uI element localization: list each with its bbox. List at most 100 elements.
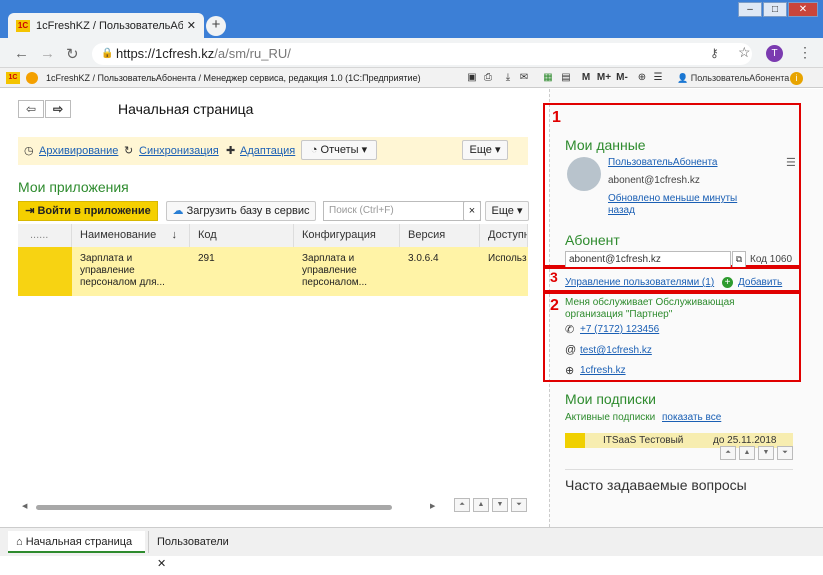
minimize-button[interactable]: – xyxy=(738,2,762,17)
url-field[interactable]: 🔒 https://1cfresh.kz/a/sm/ru_RU/ xyxy=(92,43,752,65)
cell-name[interactable]: Зарплата и управление персоналом для... xyxy=(72,247,190,296)
apps-section-title: Мои приложения xyxy=(18,179,129,195)
add-user-link[interactable]: Добавить xyxy=(738,277,782,288)
horizontal-scrollbar[interactable] xyxy=(36,505,392,510)
enter-icon: ⇥ xyxy=(25,205,35,217)
profile-avatar[interactable]: T xyxy=(766,45,783,62)
next-page-button[interactable]: ▼ xyxy=(492,498,508,512)
login-app-button[interactable]: ⇥ Войти в приложение xyxy=(18,201,158,221)
subs-prev-button[interactable]: ▲ xyxy=(739,446,755,460)
print-icon[interactable]: ⎙ xyxy=(482,71,494,84)
manage-users-link[interactable]: Управление пользователями (1) xyxy=(565,277,714,288)
search-input[interactable]: Поиск (Ctrl+F) xyxy=(323,201,481,221)
col-access[interactable]: Доступн xyxy=(480,224,528,247)
phone-link[interactable]: +7 (7172) 123456 xyxy=(580,324,659,335)
memory-m-button[interactable]: M xyxy=(580,71,592,84)
col-config[interactable]: Конфигурация xyxy=(294,224,400,247)
reports-label: Отчеты xyxy=(320,144,359,156)
memory-mminus-button[interactable]: M- xyxy=(614,71,630,84)
clear-search-button[interactable]: × xyxy=(463,201,481,221)
history-icon[interactable]: ☰ xyxy=(652,71,664,84)
page-title: Начальная страница xyxy=(118,101,254,117)
download-icon[interactable]: ⤓ xyxy=(502,71,514,84)
memory-mplus-button[interactable]: M+ xyxy=(596,71,612,84)
bookmark-star-icon[interactable]: ☆ xyxy=(738,44,751,61)
subscriber-email-field[interactable]: abonent@1cfresh.kz xyxy=(565,251,731,268)
current-user-label[interactable]: 👤 ПользовательАбонента xyxy=(677,73,789,84)
tab-title: 1cFreshKZ / ПользовательАбоненнта xyxy=(36,19,183,32)
subs-last-button[interactable]: ⏷ xyxy=(777,446,793,460)
cell-version[interactable]: 3.0.6.4 xyxy=(400,247,480,296)
col-code[interactable]: Код xyxy=(190,224,294,247)
marker-2: 2 xyxy=(550,297,559,314)
col-name[interactable]: Наименование ↓ xyxy=(72,224,190,247)
show-all-link[interactable]: показать все xyxy=(662,412,721,423)
row-marker[interactable] xyxy=(18,247,72,296)
spreadsheet-icon[interactable]: ▦ xyxy=(542,71,554,84)
save-icon[interactable]: ▣ xyxy=(466,71,478,84)
reload-icon[interactable]: ↻ xyxy=(66,45,79,63)
puzzle-icon: ✚ xyxy=(226,145,236,157)
first-page-button[interactable]: ⏶ xyxy=(454,498,470,512)
upload-base-button[interactable]: ☁ Загрузить базу в сервис xyxy=(166,201,316,221)
close-icon[interactable]: ✕ xyxy=(187,19,196,32)
user-icon: 👤 xyxy=(677,73,689,83)
site-link[interactable]: 1cfresh.kz xyxy=(580,365,626,376)
col-marker: ...... xyxy=(18,224,72,247)
back-button[interactable]: ⇦ xyxy=(18,100,44,118)
app-header-title: 1cFreshKZ / ПользовательАбонента / Менед… xyxy=(46,73,421,83)
scroll-left-icon[interactable]: ◀ xyxy=(22,502,27,510)
upload-label: Загрузить базу в сервис xyxy=(186,205,310,217)
key-icon[interactable]: ⚷ xyxy=(710,46,719,60)
last-page-button[interactable]: ⏷ xyxy=(511,498,527,512)
globe-icon: ⊕ xyxy=(565,365,575,377)
sync-icon: ↻ xyxy=(124,145,134,157)
sort-down-icon: ↓ xyxy=(171,229,178,241)
cell-code[interactable]: 291 xyxy=(190,247,294,296)
zoom-icon[interactable]: ⊕ xyxy=(636,71,648,84)
info-icon[interactable]: i xyxy=(790,72,803,85)
sync-link[interactable]: Синхронизация xyxy=(139,143,219,159)
close-icon[interactable]: ✕ xyxy=(157,558,166,570)
back-icon[interactable]: ← xyxy=(14,45,29,62)
email-link[interactable]: test@1cfresh.kz xyxy=(580,345,652,356)
pie-icon: ◔ xyxy=(310,144,318,156)
scroll-right-icon[interactable]: ▶ xyxy=(430,502,435,510)
prev-page-button[interactable]: ▲ xyxy=(473,498,489,512)
main-menu-icon[interactable] xyxy=(26,72,38,84)
faq-title[interactable]: Часто задаваемые вопросы xyxy=(565,477,747,493)
add-icon[interactable]: + xyxy=(722,277,733,288)
col-version[interactable]: Версия xyxy=(400,224,480,247)
subs-first-button[interactable]: ⏶ xyxy=(720,446,736,460)
forward-button[interactable]: ⇨ xyxy=(45,100,71,118)
subs-next-button[interactable]: ▼ xyxy=(758,446,774,460)
close-window-button[interactable]: ✕ xyxy=(788,2,818,17)
cell-access[interactable]: Использ xyxy=(480,247,528,296)
subscriber-title: Абонент xyxy=(565,232,620,248)
new-tab-button[interactable]: + xyxy=(206,16,226,36)
apps-more-button[interactable]: Еще ▾ xyxy=(485,201,529,221)
updated-link[interactable]: Обновлено меньше минуты назад xyxy=(608,193,758,217)
menu-dots-icon[interactable]: ⋮ xyxy=(798,44,812,61)
more-label: Еще xyxy=(469,144,492,156)
command-bar: ◷ Архивирование ↻ Синхронизация ✚ Адапта… xyxy=(18,137,528,165)
reports-button[interactable]: ◔ Отчеты ▾ xyxy=(301,140,377,160)
divider xyxy=(565,469,793,470)
1c-logo-icon: 1С xyxy=(6,72,20,84)
calendar-icon[interactable]: ▤ xyxy=(560,71,572,84)
maximize-button[interactable]: □ xyxy=(763,2,787,17)
open-icon[interactable]: ⧉ xyxy=(732,251,746,268)
my-data-title: Мои данные xyxy=(565,137,646,153)
window-tab-home[interactable]: ⌂ Начальная страница xyxy=(8,531,145,553)
more-button[interactable]: Еще ▾ xyxy=(462,140,508,160)
1c-favicon-icon: 1С xyxy=(16,19,30,32)
forward-icon[interactable]: → xyxy=(40,45,55,62)
browser-tab[interactable]: 1С 1cFreshKZ / ПользовательАбоненнта ✕ xyxy=(8,13,204,38)
archiving-link[interactable]: Архивирование xyxy=(39,143,118,159)
user-name-link[interactable]: ПользовательАбонента xyxy=(608,157,718,168)
window-tab-users[interactable]: Пользователи ✕ xyxy=(148,531,240,570)
list-icon[interactable]: ☰ xyxy=(786,156,796,169)
cell-config[interactable]: Зарплата и управление персоналом... xyxy=(294,247,400,296)
mail-icon[interactable]: ✉ xyxy=(518,71,530,84)
adaptation-link[interactable]: Адаптация xyxy=(240,143,295,159)
